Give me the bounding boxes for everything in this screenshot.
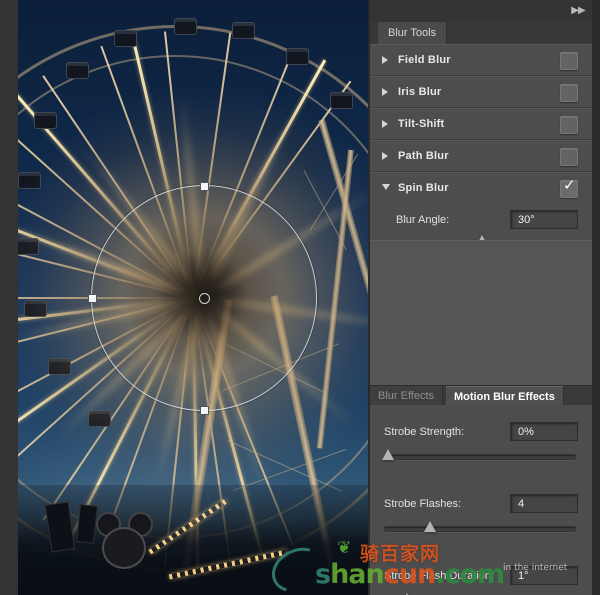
double-chevron-right-icon[interactable]: ▶▶ (570, 5, 586, 17)
strobe-flashes-group: Strobe Flashes: 4 (370, 493, 592, 535)
strobe-flash-duration-group: Strobe Flash Duration: 1° (370, 565, 592, 595)
chevron-right-icon[interactable] (382, 88, 388, 96)
chevron-right-icon[interactable] (382, 152, 388, 160)
blur-angle-label: Blur Angle: (396, 214, 450, 226)
wheel-cabin (330, 92, 353, 109)
tool-label: Path Blur (398, 150, 449, 162)
slider-thumb[interactable] (381, 449, 394, 460)
panel-right-edge (591, 0, 600, 595)
strobe-flashes-slider[interactable] (384, 521, 576, 535)
mickey-head (102, 527, 146, 569)
tool-row-iris-blur[interactable]: Iris Blur ✓ (370, 76, 592, 108)
tool-label: Spin Blur (398, 182, 449, 194)
slider-thumb[interactable] (424, 521, 437, 532)
slider-track[interactable] (384, 526, 576, 532)
blur-tools-panel: ▶▶ Blur Tools Field Blur ✓ Iris Blur ✓ T… (368, 0, 600, 595)
wheel-cabin (48, 358, 71, 375)
wheel-cabin (34, 112, 57, 129)
strobe-strength-input[interactable]: 0% (510, 422, 578, 441)
checkbox-field-blur[interactable]: ✓ (560, 52, 578, 70)
strobe-flashes-label: Strobe Flashes: (384, 498, 462, 510)
effects-tabstrip: Blur Effects Motion Blur Effects (370, 385, 592, 407)
tool-label: Iris Blur (398, 86, 442, 98)
tool-label: Tilt-Shift (398, 118, 445, 130)
checkbox-spin-blur[interactable]: ✓ (560, 178, 578, 198)
panel-titlebar: ▶▶ (370, 0, 592, 23)
canvas-area[interactable] (0, 0, 368, 595)
strobe-strength-row: Strobe Strength: 0% (384, 421, 578, 443)
wheel-cabin (88, 410, 111, 427)
tool-label: Field Blur (398, 54, 451, 66)
wheel-cabin (114, 30, 137, 47)
checkbox-path-blur[interactable]: ✓ (560, 148, 578, 166)
strobe-strength-slider[interactable] (381, 449, 576, 463)
wheel-cabin (18, 172, 41, 189)
blur-angle-input[interactable]: 30° (510, 210, 578, 229)
wheel-cabin (66, 62, 89, 79)
wheel-cabin (232, 22, 255, 39)
tool-row-path-blur[interactable]: Path Blur ✓ (370, 140, 592, 172)
photo-ferris-wheel[interactable] (18, 0, 368, 595)
checkbox-iris-blur[interactable]: ✓ (560, 84, 578, 102)
motion-blur-effects-body: Strobe Strength: 0% Strobe Flashes: 4 St… (370, 405, 592, 595)
tab-blur-effects[interactable]: Blur Effects (370, 386, 444, 406)
strobe-flash-duration-row: Strobe Flash Duration: 1° (384, 565, 578, 587)
chevron-right-icon[interactable] (382, 120, 388, 128)
strobe-flash-duration-label: Strobe Flash Duration: (384, 570, 495, 582)
wheel-cabin (174, 18, 197, 35)
panel-empty-space (370, 240, 592, 386)
chevron-down-icon[interactable] (382, 184, 390, 190)
strobe-strength-label: Strobe Strength: (384, 426, 465, 438)
tab-blur-tools[interactable]: Blur Tools (378, 22, 448, 44)
blur-tools-list: Field Blur ✓ Iris Blur ✓ Tilt-Shift ✓ Pa… (370, 44, 592, 262)
strobe-flashes-input[interactable]: 4 (510, 494, 578, 513)
wheel-spoke (18, 296, 193, 299)
checkbox-tilt-shift[interactable]: ✓ (560, 116, 578, 134)
photoshop-blur-gallery-window: ▶▶ Blur Tools Field Blur ✓ Iris Blur ✓ T… (0, 0, 600, 595)
strobe-flash-duration-input[interactable]: 1° (510, 566, 578, 585)
panel-tabstrip: Blur Tools (370, 22, 592, 45)
slider-track[interactable] (384, 454, 576, 460)
strobe-flashes-row: Strobe Flashes: 4 (384, 493, 578, 515)
strobe-strength-group: Strobe Strength: 0% (370, 421, 592, 463)
tab-motion-blur-effects[interactable]: Motion Blur Effects (446, 386, 564, 407)
wheel-cabin (18, 238, 39, 255)
blur-angle-row: Blur Angle: 30° (396, 209, 578, 231)
tool-row-tilt-shift[interactable]: Tilt-Shift ✓ (370, 108, 592, 140)
tool-row-spin-blur[interactable]: Spin Blur ✓ (370, 172, 592, 203)
wheel-cabin (24, 300, 47, 317)
chevron-right-icon[interactable] (382, 56, 388, 64)
wheel-cabin (286, 48, 309, 65)
tool-row-field-blur[interactable]: Field Blur ✓ (370, 44, 592, 76)
